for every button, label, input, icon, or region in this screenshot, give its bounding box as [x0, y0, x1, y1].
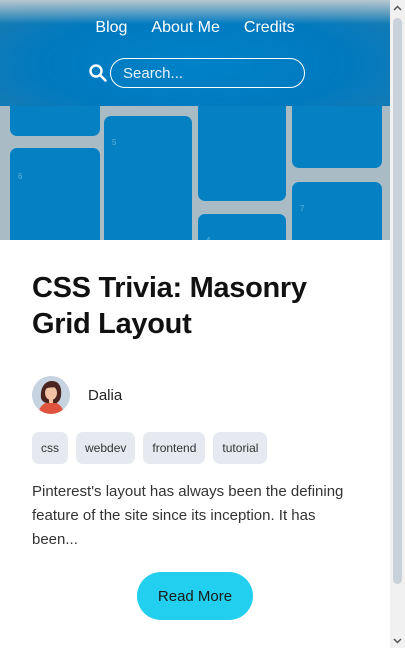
vertical-scrollbar[interactable]	[390, 0, 405, 648]
nav-link-credits[interactable]: Credits	[244, 17, 295, 39]
masonry-tile: 4	[198, 214, 286, 240]
avatar-illustration	[32, 376, 70, 414]
tag-webdev[interactable]: webdev	[76, 432, 136, 464]
masonry-tile: 5	[104, 116, 192, 240]
tag-tutorial[interactable]: tutorial	[213, 432, 268, 464]
masonry-tile	[292, 106, 382, 168]
author-name[interactable]: Dalia	[88, 387, 122, 404]
search-icon[interactable]	[88, 63, 108, 83]
nav-link-blog[interactable]: Blog	[95, 17, 127, 39]
read-more-button[interactable]: Read More	[137, 572, 253, 620]
masonry-tile: 6	[10, 148, 100, 240]
scroll-up-arrow-icon[interactable]	[390, 0, 405, 15]
tile-number: 4	[206, 236, 210, 240]
author-avatar	[32, 376, 70, 414]
tile-number: 7	[300, 204, 305, 213]
post-author: Dalia	[32, 376, 122, 414]
tile-number: 5	[112, 138, 117, 147]
post-hero-image: 6 5 4 7	[0, 106, 390, 240]
masonry-tile	[198, 106, 286, 201]
masonry-tile	[10, 106, 100, 136]
scrollbar-thumb[interactable]	[393, 18, 402, 584]
post-title[interactable]: CSS Trivia: Masonry Grid Layout	[32, 270, 362, 342]
tile-number: 6	[18, 172, 23, 181]
scroll-down-arrow-icon[interactable]	[390, 633, 405, 648]
tag-frontend[interactable]: frontend	[143, 432, 206, 464]
post-excerpt: Pinterest's layout has always been the d…	[32, 483, 344, 548]
masonry-tile: 7	[292, 182, 382, 240]
search-input[interactable]	[110, 58, 305, 88]
site-header: Blog About Me Credits	[0, 0, 390, 106]
search-bar	[88, 57, 305, 89]
post-tags: css webdev frontend tutorial	[32, 432, 268, 464]
main-nav: Blog About Me Credits	[0, 17, 390, 39]
nav-link-about-me[interactable]: About Me	[151, 17, 219, 39]
tag-css[interactable]: css	[32, 432, 68, 464]
